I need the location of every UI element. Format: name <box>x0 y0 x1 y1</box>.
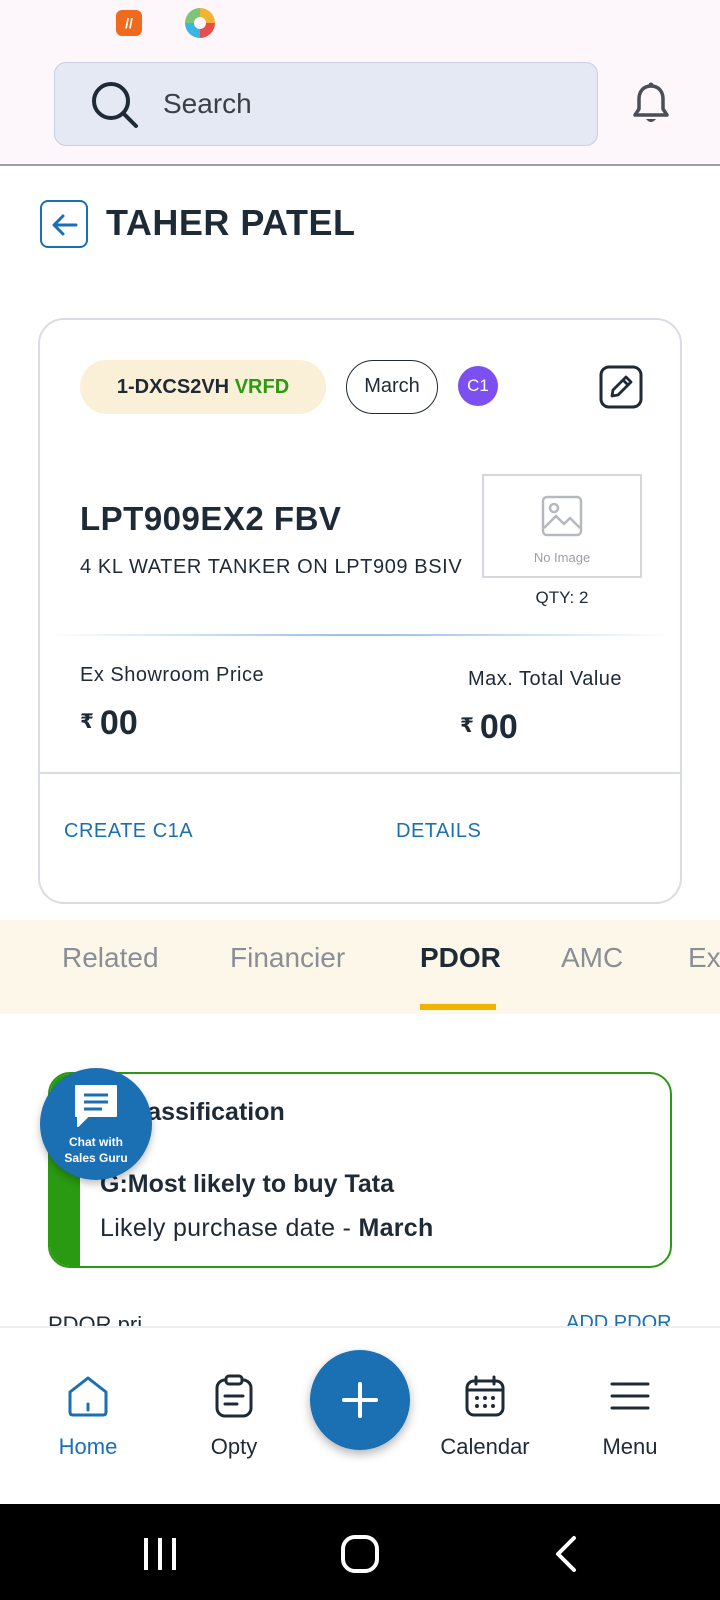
quantity-label: QTY: 2 <box>535 588 589 607</box>
section-tabs: Related Financier PDOR AMC Ex <box>0 920 720 1014</box>
tab-ex[interactable]: Ex <box>688 942 720 974</box>
status-bar: // <box>0 0 720 48</box>
nav-menu[interactable]: Menu <box>560 1328 700 1506</box>
home-icon <box>68 1376 108 1417</box>
system-navigation-bar <box>0 1504 720 1600</box>
nav-calendar[interactable]: Calendar <box>415 1328 555 1506</box>
chat-fab-label: Chat with Sales Guru <box>40 1134 152 1166</box>
max-total-price: ₹00 <box>460 708 518 747</box>
chat-fab-line1: Chat with <box>69 1135 123 1149</box>
verified-label: VRFD <box>234 376 290 398</box>
search-input[interactable] <box>163 81 563 127</box>
currency-symbol: ₹ <box>460 715 474 737</box>
ex-showroom-value: 00 <box>99 704 138 742</box>
max-total-value: 00 <box>479 708 518 746</box>
details-link[interactable]: DETAILS <box>396 820 481 843</box>
chat-icon <box>75 1085 117 1127</box>
plus-icon <box>342 1382 378 1418</box>
category-badge: C1 <box>458 366 498 406</box>
image-placeholder-icon <box>541 495 583 537</box>
nav-menu-label: Menu <box>602 1434 658 1459</box>
clipboard-icon <box>215 1374 253 1418</box>
nav-opty[interactable]: Opty <box>164 1328 304 1506</box>
purchase-date-label: Likely purchase date - <box>100 1214 359 1242</box>
model-description: 4 KL WATER TANKER ON LPT909 BSIV <box>80 556 463 578</box>
back-arrow-icon <box>52 214 78 236</box>
home-nav-icon[interactable] <box>340 1534 380 1574</box>
calendar-icon <box>465 1375 505 1417</box>
max-total-label: Max. Total Value <box>468 668 623 690</box>
bottom-navigation: Home Opty Calendar Menu <box>0 1326 720 1504</box>
nav-calendar-label: Calendar <box>440 1434 530 1459</box>
app-notification-icon <box>185 8 215 38</box>
chat-fab-line2: Sales Guru <box>64 1151 128 1165</box>
page-title: TAHER PATEL <box>106 202 356 243</box>
tab-related[interactable]: Related <box>62 942 159 974</box>
create-c1a-link[interactable]: CREATE C1A <box>64 820 193 843</box>
product-image-placeholder: No Image <box>482 474 642 578</box>
search-bar[interactable] <box>54 62 598 146</box>
no-image-text: No Image <box>533 550 591 565</box>
likely-purchase-date: Likely purchase date - March <box>100 1214 434 1243</box>
nav-home-label: Home <box>58 1434 118 1459</box>
nav-opty-label: Opty <box>210 1434 258 1459</box>
tab-pdor[interactable]: PDOR <box>420 942 501 974</box>
app-notification-icon: // <box>116 10 142 36</box>
card-divider <box>50 634 672 636</box>
opportunity-id-pill: 1-DXCS2VH VRFD <box>80 360 326 414</box>
model-name: LPT909EX2 FBV <box>80 500 342 537</box>
back-nav-icon[interactable] <box>548 1534 588 1574</box>
search-icon <box>92 82 138 128</box>
chat-with-sales-guru-button[interactable]: Chat with Sales Guru <box>40 1068 152 1180</box>
card-footer-divider <box>40 772 680 774</box>
recent-apps-icon[interactable] <box>140 1534 180 1574</box>
tab-amc[interactable]: AMC <box>561 942 623 974</box>
ex-showroom-price: ₹00 <box>80 704 138 743</box>
add-button[interactable] <box>310 1350 410 1450</box>
top-header <box>0 48 720 166</box>
opportunity-id: 1-DXCS2VH <box>116 376 230 398</box>
opportunity-card: 1-DXCS2VH VRFD March C1 LPT909EX2 FBV 4 … <box>38 318 682 904</box>
currency-symbol: ₹ <box>80 711 94 733</box>
ex-showroom-label: Ex Showroom Price <box>80 664 265 686</box>
active-tab-indicator <box>420 1004 496 1010</box>
month-pill: March <box>346 360 438 414</box>
purchase-date-value: March <box>358 1214 434 1242</box>
back-button[interactable] <box>40 200 88 248</box>
nav-home[interactable]: Home <box>18 1328 158 1506</box>
bell-icon[interactable] <box>632 82 670 126</box>
lead-classification-value: G:Most likely to buy Tata <box>100 1170 395 1198</box>
tab-financier[interactable]: Financier <box>230 942 345 974</box>
menu-icon <box>610 1382 650 1410</box>
edit-icon[interactable] <box>598 364 644 410</box>
